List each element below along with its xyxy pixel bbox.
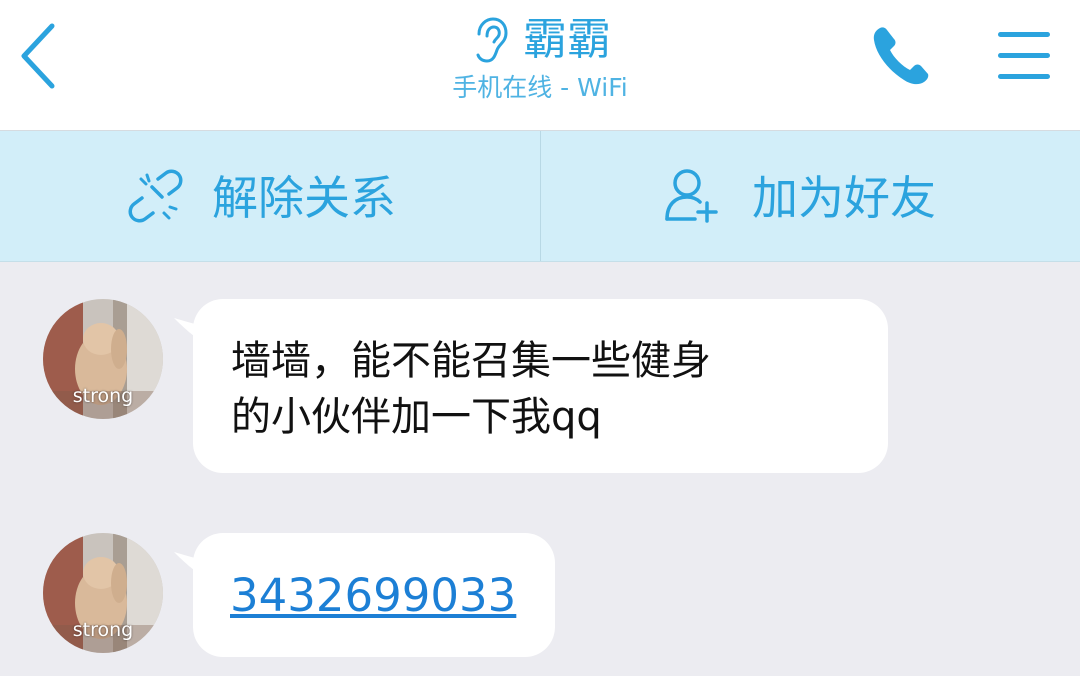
unlink-label: 解除关系 xyxy=(212,171,396,225)
message-bubble: 墙墙，能不能召集一些健身 的小伙伴加一下我qq xyxy=(193,299,888,473)
broken-link-icon xyxy=(128,169,183,223)
avatar-caption: strong xyxy=(72,619,134,641)
ear-icon xyxy=(476,17,508,63)
chat-header: 霸霸 手机在线 - WiFi xyxy=(0,0,1080,131)
menu-icon[interactable] xyxy=(994,28,1054,84)
message-text-line: 墙墙，能不能召集一些健身 xyxy=(231,338,711,384)
action-bar: 解除关系 加为好友 xyxy=(0,131,1080,262)
contact-name: 霸霸 xyxy=(523,14,611,65)
avatar[interactable]: strong xyxy=(43,299,163,419)
unlink-button[interactable]: 解除关系 xyxy=(0,131,540,261)
avatar-caption: strong xyxy=(72,385,134,407)
add-user-icon xyxy=(665,169,718,223)
message-text-line: 的小伙伴加一下我qq xyxy=(231,394,602,440)
add-friend-label: 加为好友 xyxy=(752,171,936,225)
message-bubble: 3432699033 xyxy=(193,533,555,657)
avatar[interactable]: strong xyxy=(43,533,163,653)
phone-icon[interactable] xyxy=(866,20,938,92)
add-friend-button[interactable]: 加为好友 xyxy=(541,131,1080,261)
qq-number-link[interactable]: 3432699033 xyxy=(230,569,516,623)
